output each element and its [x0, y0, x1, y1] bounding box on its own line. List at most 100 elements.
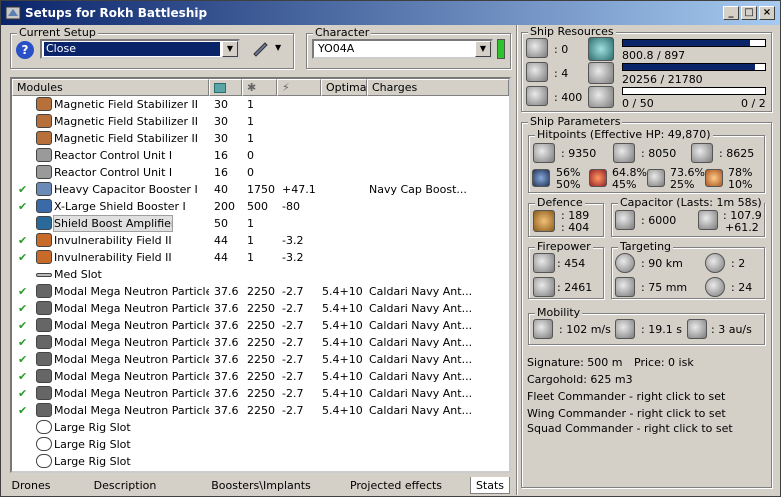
col-modules[interactable]: Modules	[12, 79, 209, 96]
module-name: Modal Mega Neutron Particle ...	[54, 387, 209, 400]
module-charges: Navy Cap Boost...	[369, 183, 467, 196]
module-row[interactable]: Magnetic Field Stabilizer II 30 1	[12, 130, 509, 147]
module-powergrid: 2250	[247, 370, 275, 383]
tab-boosters-implants[interactable]: Boosters\Implants	[206, 477, 316, 494]
squad-commander-text[interactable]: Squad Commander - right click to set	[527, 422, 733, 435]
col-charges[interactable]: Charges	[367, 79, 509, 96]
fleet-commander-text[interactable]: Fleet Commander - right click to set	[527, 390, 725, 403]
modules-header: Modules ✱ ⚡ Optimal Charges	[12, 79, 509, 96]
signature-text: Signature: 500 m	[527, 356, 623, 369]
module-row[interactable]: ✔ Modal Mega Neutron Particle ... 37.6 2250…	[12, 283, 509, 300]
bottom-tabs: Drones Description Boosters\Implants Pro…	[10, 477, 511, 495]
character-label: Character	[313, 26, 372, 39]
chevron-down-icon[interactable]: ▼	[475, 41, 491, 57]
module-row[interactable]: ✔ Invulnerability Field II 44 1 -3.2	[12, 232, 509, 249]
powergrid-bar	[622, 63, 766, 71]
module-cpu: 37.6	[214, 370, 239, 383]
col-damage[interactable]: ⚡	[277, 79, 321, 96]
module-modifier: -2.7	[282, 387, 304, 400]
shield-boost-amplifier-icon	[36, 216, 52, 230]
calibration-bar	[622, 87, 766, 95]
module-row[interactable]: ✔ Modal Mega Neutron Particle ... 37.6 2250…	[12, 385, 509, 402]
capacitor-recharge-icon	[698, 210, 718, 230]
minimize-button[interactable]: _	[723, 6, 739, 20]
module-row[interactable]: Large Rig Slot	[12, 419, 509, 436]
module-name: Reactor Control Unit I	[54, 166, 173, 179]
module-row[interactable]: ✔ Modal Mega Neutron Particle ... 37.6 2250…	[12, 317, 509, 334]
setup-select[interactable]: Close ▼	[40, 39, 240, 59]
module-row[interactable]: ✔ Modal Mega Neutron Particle ... 37.6 2250…	[12, 300, 509, 317]
col-powergrid[interactable]: ✱	[242, 79, 277, 96]
module-cpu: 37.6	[214, 404, 239, 417]
module-row[interactable]: ✔ Modal Mega Neutron Particle ... 37.6 2250…	[12, 334, 509, 351]
cpu-icon	[214, 83, 226, 93]
chevron-down-icon[interactable]: ▼	[222, 41, 238, 57]
speed-value: : 102 m/s	[559, 323, 611, 336]
module-charges: Caldari Navy Ant...	[369, 319, 473, 332]
module-name: Reactor Control Unit I	[54, 149, 173, 162]
module-name: Modal Mega Neutron Particle ...	[54, 319, 209, 332]
module-row[interactable]: ✔ X-Large Shield Booster I 200 500 -80	[12, 198, 509, 215]
module-row[interactable]: Med Slot	[12, 266, 509, 283]
tab-drones[interactable]: Drones	[10, 477, 52, 494]
module-row[interactable]: Reactor Control Unit I 16 0	[12, 147, 509, 164]
module-row[interactable]: Reactor Control Unit I 16 0	[12, 164, 509, 181]
warp-speed-icon	[687, 319, 707, 339]
module-row[interactable]: Large Rig Slot	[12, 436, 509, 453]
magnetic-field-stabilizer-icon	[36, 114, 52, 128]
module-row[interactable]: ✔ Heavy Capacitor Booster I 40 1750 +47.1 Nav…	[12, 181, 509, 198]
module-name: Modal Mega Neutron Particle ...	[54, 336, 209, 349]
tab-projected-effects[interactable]: Projected effects	[346, 477, 446, 494]
module-name: Modal Mega Neutron Particle ...	[54, 353, 209, 366]
structure-hp-icon	[691, 143, 713, 163]
module-row[interactable]: ✔ Modal Mega Neutron Particle ... 37.6 2250…	[12, 402, 509, 419]
module-powergrid: 2250	[247, 319, 275, 332]
modules-list[interactable]: Modules ✱ ⚡ Optimal Charges Magnetic Fie…	[10, 77, 511, 473]
particle-accelerator-icon	[36, 318, 52, 332]
module-name: Magnetic Field Stabilizer II	[54, 115, 198, 128]
module-row[interactable]: Shield Boost Amplifier I 50 1	[12, 215, 509, 232]
module-powergrid: 2250	[247, 285, 275, 298]
help-icon[interactable]: ?	[16, 41, 34, 59]
thermal-resist-icon	[589, 169, 607, 187]
col-optimal[interactable]: Optimal	[321, 79, 367, 96]
invulnerability-field-icon	[36, 250, 52, 264]
character-select[interactable]: YO04A ▼	[312, 39, 493, 59]
module-row[interactable]: ✔ Invulnerability Field II 44 1 -3.2	[12, 249, 509, 266]
app-icon	[5, 6, 21, 20]
active-check-icon: ✔	[18, 183, 28, 196]
maximize-button[interactable]: □	[741, 6, 757, 20]
module-row[interactable]: Magnetic Field Stabilizer II 30 1	[12, 96, 509, 113]
launcher-slots-value: : 4	[554, 67, 569, 80]
capacitor-booster-icon	[36, 182, 52, 196]
module-modifier: -2.7	[282, 285, 304, 298]
damage-icon: ⚡	[282, 81, 290, 94]
module-powergrid: 1	[247, 234, 254, 247]
module-row[interactable]: ✔ Modal Mega Neutron Particle ... 37.6 2250…	[12, 368, 509, 385]
module-charges: Caldari Navy Ant...	[369, 387, 473, 400]
explosive-resist-icon	[705, 169, 723, 187]
window-title: Setups for Rokh Battleship	[25, 6, 208, 20]
particle-accelerator-icon	[36, 284, 52, 298]
tab-description[interactable]: Description	[78, 477, 172, 494]
module-name: Large Rig Slot	[54, 438, 131, 451]
close-button[interactable]: ×	[759, 6, 775, 20]
tab-stats[interactable]: Stats	[470, 477, 510, 494]
setup-actions-button[interactable]: ▼	[251, 41, 287, 59]
module-row[interactable]: ✔ Modal Mega Neutron Particle ... 37.6 2250…	[12, 351, 509, 368]
module-cpu: 37.6	[214, 285, 239, 298]
em-resist-icon	[532, 169, 550, 187]
module-modifier: -2.7	[282, 319, 304, 332]
col-cpu[interactable]	[209, 79, 242, 96]
tools-icon	[253, 42, 268, 57]
module-name: Modal Mega Neutron Particle ...	[54, 370, 209, 383]
module-optimal: 5.4+10	[322, 387, 363, 400]
active-check-icon: ✔	[18, 251, 28, 264]
price-text: Price: 0 isk	[634, 356, 694, 369]
module-row[interactable]: Magnetic Field Stabilizer II 30 1	[12, 113, 509, 130]
title-bar[interactable]: Setups for Rokh Battleship _ □ ×	[1, 1, 780, 25]
module-row[interactable]: Large Rig Slot	[12, 453, 509, 470]
wing-commander-text[interactable]: Wing Commander - right click to set	[527, 407, 726, 420]
scan-resolution-icon	[615, 277, 635, 297]
reactor-control-unit-icon	[36, 165, 52, 179]
